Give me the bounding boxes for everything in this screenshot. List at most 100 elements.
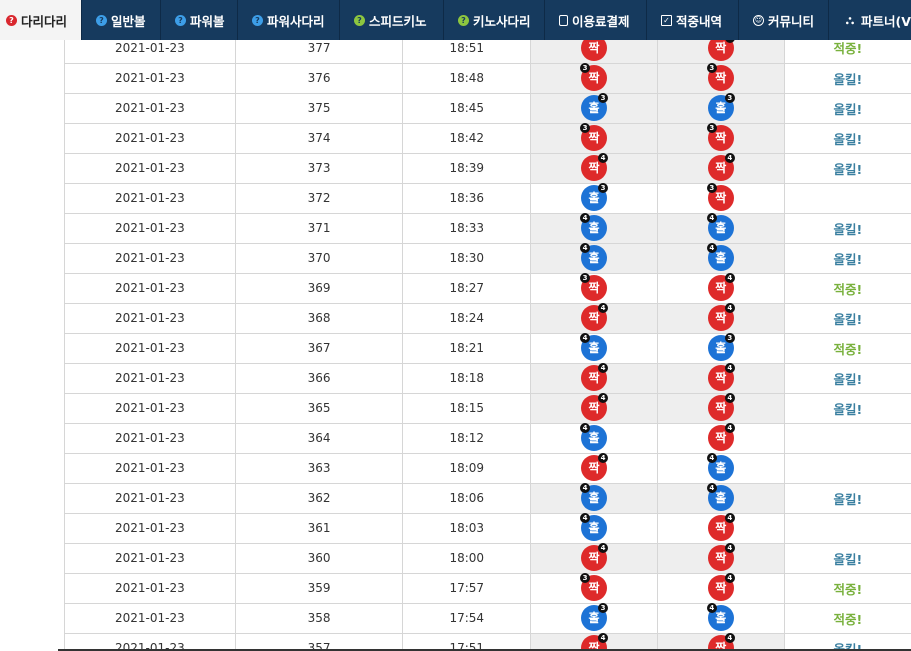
ball-count-badge: 4 (724, 303, 735, 313)
ball-count-badge: 4 (580, 423, 591, 433)
pick-a-cell: 짝4 (530, 303, 658, 334)
time-cell: 17:54 (402, 603, 532, 634)
ball-count-badge: 4 (706, 483, 717, 493)
tab-label: 다리다리 (21, 13, 68, 29)
table-row: 2021-01-23 359 17:57 짝 3 짝 4 적중! (64, 573, 911, 604)
odd-ball: 홀3 (581, 603, 609, 631)
time-cell: 17:57 (402, 573, 532, 604)
ball-count-badge: 4 (724, 153, 735, 163)
table-row: 2021-01-23 369 18:27 짝 3 짝 4 적중! (64, 273, 911, 304)
tab-label: 적중내역 (676, 13, 723, 29)
tab-label: 파워볼 (190, 13, 225, 29)
ball-count-badge: 3 (580, 123, 591, 133)
ball-count-badge: 4 (724, 633, 735, 643)
round-cell: 364 (235, 423, 404, 454)
pick-b-cell: 짝4 (657, 423, 785, 454)
tab-label: 스피드키노 (369, 13, 427, 29)
ball-label: 짝 (715, 131, 727, 145)
result-cell (784, 183, 911, 214)
table-row: 2021-01-23 370 18:30 홀 4 홀 4 올킬! (64, 243, 911, 274)
round-cell: 362 (235, 483, 404, 514)
result-cell: 올킬! (784, 213, 911, 244)
ball-count-badge: 4 (598, 303, 609, 313)
date-cell: 2021-01-23 (64, 303, 236, 334)
even-ball: 짝4 (581, 363, 609, 391)
smiley-icon: ☺ (753, 14, 764, 26)
date-cell: 2021-01-23 (64, 123, 236, 154)
ball-count-badge: 3 (598, 93, 609, 103)
tab-label: 일반볼 (111, 13, 146, 29)
time-cell: 18:39 (402, 153, 532, 184)
odd-ball: 홀4 (580, 423, 608, 451)
pick-b-cell: 홀3 (657, 93, 785, 124)
even-ball: 짝4 (581, 153, 609, 181)
ball-label: 홀 (715, 491, 727, 505)
pick-a-cell: 짝4 (530, 363, 658, 394)
date-cell: 2021-01-23 (64, 603, 236, 634)
even-ball: 짝4 (707, 273, 735, 301)
table-row: 2021-01-23 367 18:21 홀 4 홀 3 적중! (64, 333, 911, 364)
odd-ball: 홀4 (580, 513, 608, 541)
tab-2[interactable]: ? 파워볼 (161, 0, 238, 40)
date-cell: 2021-01-23 (64, 333, 236, 364)
pick-a-cell: 홀4 (530, 213, 658, 244)
tab-5[interactable]: ? 키노사다리 (444, 0, 545, 40)
tab-1[interactable]: ? 일반볼 (82, 0, 161, 40)
result-label: 적중! (833, 281, 863, 297)
odd-ball: 홀4 (706, 243, 734, 271)
time-cell: 18:03 (402, 513, 532, 544)
date-cell: 2021-01-23 (64, 453, 236, 484)
ball-label: 짝 (588, 371, 600, 385)
result-cell (784, 423, 911, 454)
even-ball: 짝3 (580, 123, 608, 151)
odd-ball: 홀4 (706, 213, 734, 241)
odd-ball: 홀4 (706, 483, 734, 511)
table-row: 2021-01-23 360 18:00 짝 4 짝 4 올킬! (64, 543, 911, 574)
ball-count-badge: 4 (598, 393, 609, 403)
pick-a-cell: 짝3 (530, 273, 658, 304)
ball-count-badge: 3 (580, 63, 591, 73)
tab-0[interactable]: ? 다리다리 (0, 0, 82, 40)
tab-9[interactable]: ⛬ 파트너(V (829, 0, 911, 40)
ball-count-badge: 3 (706, 123, 717, 133)
result-cell: 올킬! (784, 483, 911, 514)
date-cell: 2021-01-23 (64, 423, 236, 454)
tab-8[interactable]: ☺ 커뮤니티 (739, 0, 829, 40)
odd-ball: 홀3 (707, 333, 735, 361)
ball-label: 홀 (588, 251, 600, 265)
date-cell: 2021-01-23 (64, 63, 236, 94)
pick-b-cell: 짝4 (657, 303, 785, 334)
results-table: 2021-01-2337718:51짝짝4적중!2021-01-2337618:… (64, 40, 911, 651)
table-row: 2021-01-2337718:51짝짝4적중! (64, 40, 911, 64)
round-cell: 360 (235, 543, 404, 574)
date-cell: 2021-01-23 (64, 543, 236, 574)
time-cell: 18:30 (402, 243, 532, 274)
ball-label: 짝 (588, 161, 600, 175)
time-cell: 18:33 (402, 213, 532, 244)
pick-a-cell: 홀4 (530, 483, 658, 514)
even-ball: 짝3 (580, 273, 608, 301)
tab-4[interactable]: ? 스피드키노 (340, 0, 444, 40)
tab-6[interactable]: 이용료결제 (545, 0, 647, 40)
date-cell: 2021-01-23 (64, 363, 236, 394)
even-ball: 짝4 (581, 543, 609, 571)
pick-b-cell: 짝3 (657, 183, 785, 214)
ball-count-badge: 4 (580, 333, 591, 343)
pick-a-cell: 짝3 (530, 573, 658, 604)
tab-7[interactable]: ✓ 적중내역 (647, 0, 739, 40)
even-ball: 짝4 (707, 153, 735, 181)
ball-count-badge: 3 (580, 573, 591, 583)
round-cell: 368 (235, 303, 404, 334)
tab-3[interactable]: ? 파워사다리 (238, 0, 340, 40)
ball-label: 홀 (715, 341, 727, 355)
round-cell: 361 (235, 513, 404, 544)
result-label: 올킬! (833, 131, 863, 147)
pick-b-cell: 짝3 (657, 63, 785, 94)
pick-a-cell: 짝4 (530, 453, 658, 484)
pick-a-cell: 홀4 (530, 333, 658, 364)
date-cell: 2021-01-23 (64, 153, 236, 184)
tab-label: 이용료결제 (572, 13, 630, 29)
result-cell: 적중! (784, 573, 911, 604)
date-cell: 2021-01-23 (64, 273, 236, 304)
ball-count-badge: 4 (598, 153, 609, 163)
